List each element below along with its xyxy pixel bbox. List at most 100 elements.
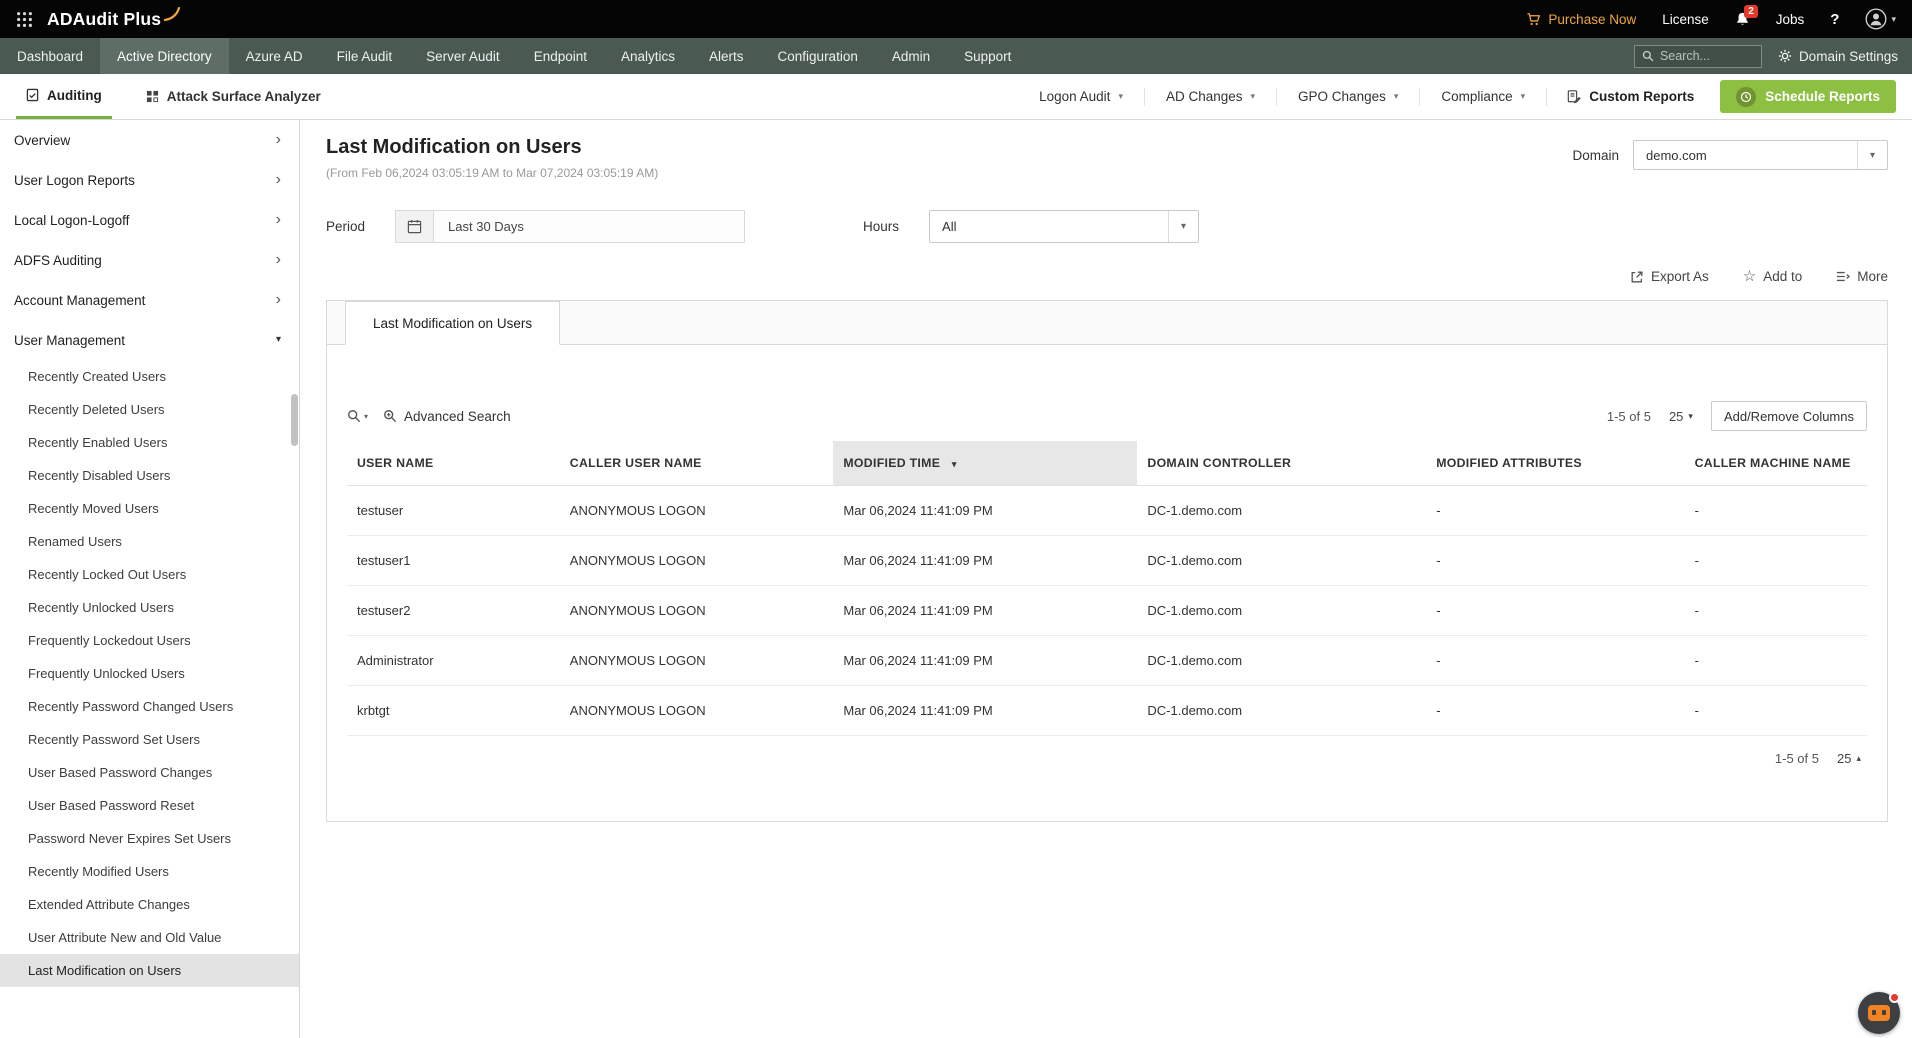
chevron-down-icon: ▾	[1891, 13, 1896, 24]
sidebar-group-label: Overview	[14, 132, 71, 148]
nav-tab-analytics[interactable]: Analytics	[604, 38, 692, 74]
custom-reports-button[interactable]: Custom Reports	[1547, 89, 1714, 104]
nav-tab-support[interactable]: Support	[947, 38, 1028, 74]
footer-page-size-select[interactable]: 25 ▴	[1837, 751, 1861, 766]
period-picker[interactable]: Last 30 Days	[395, 210, 746, 243]
domain-settings-button[interactable]: Domain Settings	[1778, 49, 1898, 64]
more-button[interactable]: More	[1836, 269, 1888, 284]
cell-caller-user-name: ANONYMOUS LOGON	[559, 685, 834, 736]
tab-last-modification-on-users[interactable]: Last Modification on Users	[345, 301, 561, 345]
sidebar-item-user-based-password-changes[interactable]: User Based Password Changes	[0, 756, 299, 789]
cell-caller-user-name: ANONYMOUS LOGON	[559, 585, 834, 636]
table-row[interactable]: testuser ANONYMOUS LOGON Mar 06,2024 11:…	[347, 485, 1867, 536]
advanced-search-button[interactable]: Advanced Search	[383, 409, 511, 424]
nav-tab-configuration[interactable]: Configuration	[761, 38, 875, 74]
sidebar-item-user-logon-reports[interactable]: User Logon Reports ›	[0, 160, 299, 200]
tab-attack-surface-analyzer[interactable]: Attack Surface Analyzer	[136, 74, 331, 119]
sidebar-item-recently-password-set-users[interactable]: Recently Password Set Users	[0, 723, 299, 756]
domain-select[interactable]: demo.com ▾	[1633, 140, 1888, 170]
nav-tab-azure-ad[interactable]: Azure AD	[229, 38, 320, 74]
cell-modified-attributes: -	[1426, 535, 1685, 586]
help-icon[interactable]: ?	[1830, 11, 1839, 28]
sidebar-item-recently-unlocked-users[interactable]: Recently Unlocked Users	[0, 591, 299, 624]
menu-gpo-changes[interactable]: GPO Changes ▾	[1277, 89, 1419, 104]
sidebar-item-recently-password-changed-users[interactable]: Recently Password Changed Users	[0, 690, 299, 723]
sidebar-item-password-never-expires-set-users[interactable]: Password Never Expires Set Users	[0, 822, 299, 855]
nav-tab-active-directory[interactable]: Active Directory	[100, 38, 229, 74]
column-header-caller-user-name[interactable]: CALLER USER NAME	[559, 441, 834, 486]
column-header-modified-time[interactable]: MODIFIED TIME ▾	[833, 441, 1138, 486]
column-search-button[interactable]: ▾	[347, 409, 368, 423]
sidebar-item-extended-attribute-changes[interactable]: Extended Attribute Changes	[0, 888, 299, 921]
column-header-modified-attributes[interactable]: MODIFIED ATTRIBUTES	[1426, 441, 1685, 486]
cart-icon	[1526, 12, 1541, 27]
attack-surface-icon	[146, 90, 159, 103]
nav-tab-file-audit[interactable]: File Audit	[320, 38, 410, 74]
nav-tab-admin[interactable]: Admin	[875, 38, 947, 74]
table-row[interactable]: testuser2 ANONYMOUS LOGON Mar 06,2024 11…	[347, 585, 1867, 636]
tab-auditing[interactable]: Auditing	[16, 74, 112, 119]
sidebar-item-recently-created-users[interactable]: Recently Created Users	[0, 360, 299, 393]
nav-tab-server-audit[interactable]: Server Audit	[409, 38, 517, 74]
footer-page-size-value: 25	[1837, 751, 1852, 766]
add-remove-columns-button[interactable]: Add/Remove Columns	[1710, 401, 1867, 431]
sidebar-item-overview[interactable]: Overview ›	[0, 120, 299, 160]
sidebar-item-user-based-password-reset[interactable]: User Based Password Reset	[0, 789, 299, 822]
purchase-now-link[interactable]: Purchase Now	[1526, 12, 1636, 27]
sidebar-item-recently-moved-users[interactable]: Recently Moved Users	[0, 492, 299, 525]
period-value: Last 30 Days	[448, 219, 524, 234]
more-label: More	[1857, 269, 1888, 284]
chevron-down-icon: ▾	[1250, 91, 1256, 101]
jobs-link[interactable]: Jobs	[1776, 12, 1805, 27]
sidebar-item-recently-enabled-users[interactable]: Recently Enabled Users	[0, 426, 299, 459]
export-as-button[interactable]: Export As	[1630, 269, 1709, 284]
notifications-button[interactable]: 2	[1735, 5, 1758, 27]
search-input[interactable]	[1659, 49, 1750, 63]
menu-ad-changes-label: AD Changes	[1165, 89, 1243, 104]
license-link[interactable]: License	[1662, 12, 1709, 27]
sidebar-item-recently-disabled-users[interactable]: Recently Disabled Users	[0, 459, 299, 492]
sidebar-item-user-management[interactable]: User Management ▾	[0, 320, 299, 360]
sidebar-item-recently-deleted-users[interactable]: Recently Deleted Users	[0, 393, 299, 426]
notifications-badge: 2	[1744, 5, 1758, 18]
sidebar-item-recently-locked-out-users[interactable]: Recently Locked Out Users	[0, 558, 299, 591]
nav-tab-dashboard[interactable]: Dashboard	[0, 38, 100, 74]
sidebar-item-local-logon-logoff[interactable]: Local Logon-Logoff ›	[0, 200, 299, 240]
column-header-domain-controller[interactable]: DOMAIN CONTROLLER	[1137, 441, 1427, 486]
top-bar: ADAudit Plus Purchase Now License 2 Jobs…	[0, 0, 1912, 38]
sidebar-scrollbar[interactable]	[291, 394, 298, 446]
column-header-caller-machine-name[interactable]: CALLER MACHINE NAME	[1684, 441, 1867, 486]
cell-user-name: testuser	[347, 485, 560, 536]
user-menu-button[interactable]: ▾	[1865, 8, 1896, 30]
apps-grid-icon[interactable]	[16, 11, 33, 28]
add-to-button[interactable]: ☆ Add to	[1743, 269, 1802, 284]
sidebar-item-recently-modified-users[interactable]: Recently Modified Users	[0, 855, 299, 888]
chat-bot-icon	[1868, 1005, 1890, 1021]
column-header-user-name[interactable]: USER NAME	[347, 441, 560, 486]
cell-caller-user-name: ANONYMOUS LOGON	[559, 635, 834, 686]
cell-caller-machine-name: -	[1684, 535, 1867, 586]
page-size-select[interactable]: 25 ▾	[1669, 409, 1693, 424]
table-toolbar: ▾ Advanced Search 1-5 of 5 25 ▾ Add/Remo…	[347, 401, 1867, 431]
schedule-reports-button[interactable]: Schedule Reports	[1720, 80, 1896, 113]
menu-logon-audit[interactable]: Logon Audit ▾	[1018, 89, 1144, 104]
sidebar-item-adfs-auditing[interactable]: ADFS Auditing ›	[0, 240, 299, 280]
app-logo[interactable]: ADAudit Plus	[47, 6, 183, 30]
sidebar-item-last-modification-on-users[interactable]: Last Modification on Users	[0, 954, 299, 987]
sidebar-item-frequently-lockedout-users[interactable]: Frequently Lockedout Users	[0, 624, 299, 657]
menu-compliance[interactable]: Compliance ▾	[1420, 89, 1546, 104]
menu-ad-changes[interactable]: AD Changes ▾	[1145, 89, 1276, 104]
table-row[interactable]: Administrator ANONYMOUS LOGON Mar 06,202…	[347, 635, 1867, 686]
hours-select[interactable]: All ▾	[929, 210, 1200, 243]
star-icon: ☆	[1742, 268, 1757, 285]
sidebar-item-user-attribute-new-and-old-value[interactable]: User Attribute New and Old Value	[0, 921, 299, 954]
global-search-box[interactable]	[1633, 44, 1762, 68]
support-chat-button[interactable]	[1858, 992, 1900, 1034]
sidebar-item-renamed-users[interactable]: Renamed Users	[0, 525, 299, 558]
nav-tab-alerts[interactable]: Alerts	[692, 38, 761, 74]
sidebar-item-frequently-unlocked-users[interactable]: Frequently Unlocked Users	[0, 657, 299, 690]
nav-tab-endpoint[interactable]: Endpoint	[517, 38, 604, 74]
table-row[interactable]: krbtgt ANONYMOUS LOGON Mar 06,2024 11:41…	[347, 685, 1867, 736]
sidebar-item-account-management[interactable]: Account Management ›	[0, 280, 299, 320]
table-row[interactable]: testuser1 ANONYMOUS LOGON Mar 06,2024 11…	[347, 535, 1867, 586]
